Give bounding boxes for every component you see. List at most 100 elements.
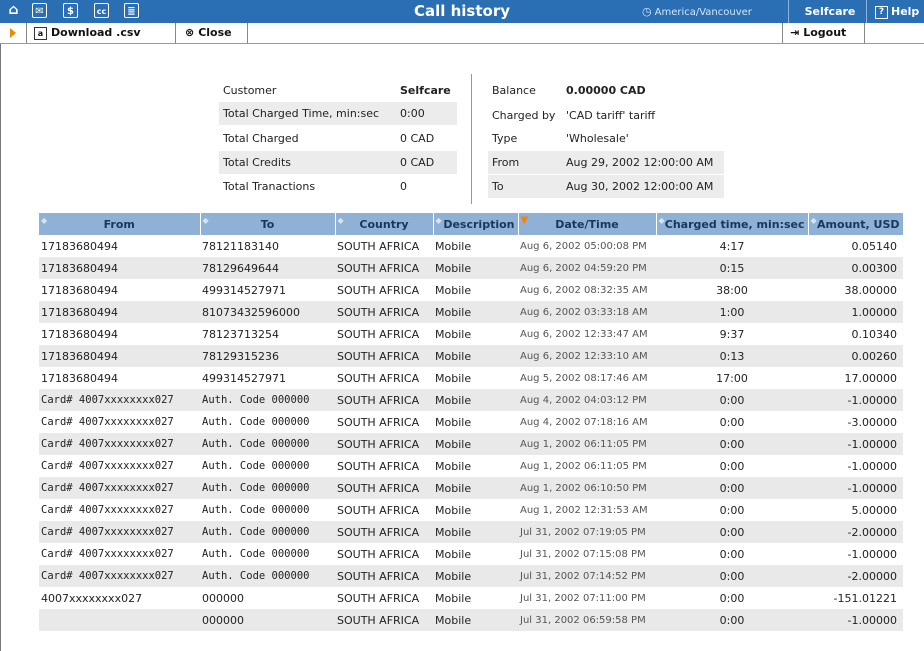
type-value: 'Wholesale': [566, 132, 629, 145]
column-header-country[interactable]: ◆ Country: [335, 213, 434, 235]
cell-country: SOUTH AFRICA: [337, 591, 420, 605]
to-value: Aug 30, 2002 12:00:00 AM: [566, 180, 714, 193]
cell-charged-time: 0:00: [719, 415, 745, 429]
summary-type-row: Type 'Wholesale': [488, 127, 724, 150]
table-row: Card# 4007xxxxxxxx027 Auth. Code 000000 SO…: [39, 565, 903, 587]
cell-to: 000000: [202, 591, 244, 605]
cell-charged-time: 0:00: [656, 477, 808, 499]
timezone-link[interactable]: ◷ America/Vancouver: [642, 0, 752, 23]
summary-to-row: To Aug 30, 2002 12:00:00 AM: [488, 175, 724, 198]
cell-country: SOUTH AFRICA: [337, 415, 420, 429]
table-row: Card# 4007xxxxxxxx027 Auth. Code 000000 SO…: [39, 543, 903, 565]
cell-description: Mobile: [435, 503, 472, 517]
divider: [782, 23, 783, 43]
cell-to: 499314527971: [202, 283, 286, 297]
cell-datetime: Aug 6, 2002 12:33:47 AM: [520, 328, 648, 340]
cell-datetime: Jul 31, 2002 07:19:05 PM: [518, 521, 656, 543]
cell-from: 17183680494: [39, 301, 200, 323]
cell-charged-time: 0:15: [656, 257, 808, 279]
summary-charged-time-row: Total Charged Time, min:sec 0:00: [219, 102, 457, 125]
summary-divider: [471, 74, 472, 204]
cell-datetime: Jul 31, 2002 07:11:00 PM: [520, 592, 646, 604]
cell-charged-time: 0:00: [719, 459, 745, 473]
download-csv-button[interactable]: a Download .csv: [34, 23, 141, 43]
divider: [247, 23, 248, 43]
cell-datetime: Aug 4, 2002 07:18:16 AM: [520, 416, 648, 428]
help-link[interactable]: ? Help: [875, 0, 919, 23]
cell-datetime: Aug 6, 2002 03:33:18 AM: [518, 301, 656, 323]
user-link[interactable]: Selfcare: [798, 0, 862, 23]
divider: [864, 23, 865, 43]
cell-amount: -1.00000: [847, 547, 897, 561]
cell-amount: 1.00000: [808, 301, 903, 323]
cell-to: 81073432596000: [200, 301, 335, 323]
cell-country: SOUTH AFRICA: [335, 477, 433, 499]
cell-from: Card# 4007xxxxxxxx027: [39, 433, 200, 455]
cell-amount: -2.00000: [808, 565, 903, 587]
cell-from: Card# 4007xxxxxxxx027: [39, 389, 200, 411]
cell-to: 78129315236: [200, 345, 335, 367]
from-label: From: [492, 156, 520, 169]
cell-to: Auth. Code 000000: [202, 504, 310, 516]
logout-button[interactable]: ⇥ Logout: [790, 23, 846, 43]
cell-amount: 5.00000: [851, 503, 898, 517]
cell-amount: -1.00000: [808, 389, 903, 411]
summary-credits-row: Total Credits 0 CAD: [219, 151, 457, 174]
table-row: 000000 SOUTH AFRICA Mobile Jul 31, 2002 06:…: [39, 609, 903, 631]
cell-country: SOUTH AFRICA: [335, 433, 433, 455]
cell-from: Card# 4007xxxxxxxx027: [41, 416, 174, 428]
cell-to: 499314527971: [202, 371, 286, 385]
divider: [175, 23, 176, 43]
cell-charged-time: 9:37: [719, 327, 745, 341]
summary-balance-row: Balance 0.00000 CAD: [488, 79, 724, 102]
column-header-to[interactable]: ◆ To: [200, 213, 336, 235]
balance-value: 0.00000 CAD: [566, 84, 646, 97]
cell-from: 17183680494: [41, 239, 118, 253]
sort-icon: ◆: [337, 216, 344, 225]
cell-from: 17183680494: [41, 327, 118, 341]
table-row: Card# 4007xxxxxxxx027 Auth. Code 000000 SO…: [39, 389, 903, 411]
cell-description: Mobile: [433, 609, 518, 631]
customer-label: Customer: [223, 84, 277, 97]
cell-description: Mobile: [433, 389, 518, 411]
cell-amount: 0.05140: [851, 239, 898, 253]
column-header-amount[interactable]: ◆ Amount, USD: [808, 213, 904, 235]
cell-to: Auth. Code 000000: [202, 548, 310, 560]
cell-datetime: Jul 31, 2002 07:15:08 PM: [520, 548, 646, 560]
table-row: 17183680494 499314527971 SOUTH AFRICA Mobil…: [39, 279, 903, 301]
cell-to: 000000: [200, 609, 335, 631]
toolbar: a Download .csv ⊗ Close ⇥ Logout: [0, 23, 924, 44]
column-header-charged-time[interactable]: ◆ Charged time, min:sec: [656, 213, 809, 235]
cell-description: Mobile: [433, 521, 518, 543]
cell-to: Auth. Code 000000: [200, 565, 335, 587]
cell-description: Mobile: [435, 371, 472, 385]
column-header-datetime[interactable]: ▼ Date/Time: [518, 213, 657, 235]
cell-datetime: Aug 5, 2002 08:17:46 AM: [520, 372, 648, 384]
column-header-label: Country: [359, 217, 409, 231]
cell-to: Auth. Code 000000: [202, 416, 310, 428]
summary-from-row: From Aug 29, 2002 12:00:00 AM: [488, 151, 724, 174]
sort-icon: ◆: [202, 216, 209, 225]
table-row: Card# 4007xxxxxxxx027 Auth. Code 000000 SO…: [39, 477, 903, 499]
summary-charged-by-row: Charged by 'CAD tariff' tariff: [488, 104, 724, 127]
cell-description: Mobile: [435, 415, 472, 429]
cell-datetime: Aug 1, 2002 06:10:50 PM: [518, 477, 656, 499]
cell-charged-time: 0:00: [656, 433, 808, 455]
table-row: 4007xxxxxxxx027 000000 SOUTH AFRICA Mobile J…: [39, 587, 903, 609]
cell-description: Mobile: [433, 257, 518, 279]
charged-value: 0 CAD: [400, 132, 435, 145]
close-button[interactable]: ⊗ Close: [185, 23, 232, 43]
credits-label: Total Credits: [223, 156, 291, 169]
cell-from: [39, 609, 200, 631]
cell-description: Mobile: [433, 301, 518, 323]
cell-description: Mobile: [435, 239, 472, 253]
cell-amount: -3.00000: [847, 415, 897, 429]
divider: [788, 0, 789, 23]
divider: [26, 23, 27, 43]
table-row: 17183680494 78129315236 SOUTH AFRICA Mobile…: [39, 345, 903, 367]
cell-description: Mobile: [435, 327, 472, 341]
cell-from: 17183680494: [41, 371, 118, 385]
column-header-description[interactable]: ◆ Description: [433, 213, 519, 235]
cell-country: SOUTH AFRICA: [337, 327, 420, 341]
column-header-from[interactable]: ◆ From: [39, 213, 201, 235]
